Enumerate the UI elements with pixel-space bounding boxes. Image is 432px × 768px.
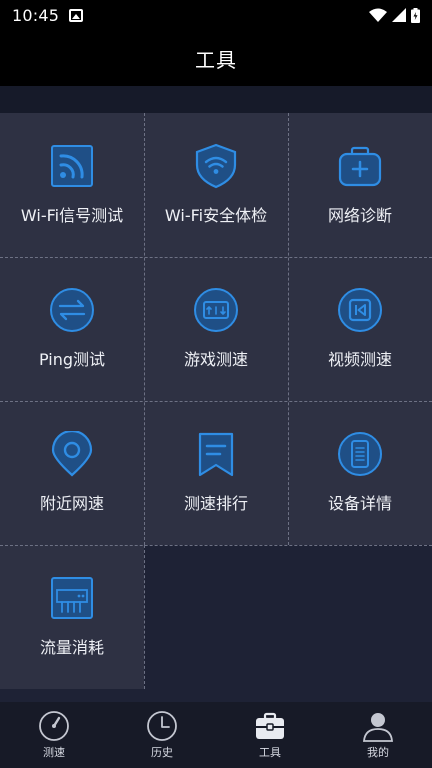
grid-divider (144, 113, 145, 545)
tool-wifi-security-check[interactable]: Wi-Fi安全体检 (144, 113, 288, 257)
nav-profile[interactable]: 我的 (324, 702, 432, 768)
tool-ping-test[interactable]: Ping测试 (0, 257, 144, 401)
status-icons (369, 7, 420, 23)
app-header: 工具 (0, 30, 432, 86)
status-bar: 10:45 (0, 0, 432, 30)
tool-data-usage[interactable]: 流量消耗 (0, 545, 144, 689)
data-usage-icon (51, 577, 93, 619)
tool-label: 附近网速 (39, 494, 104, 513)
tool-label: Wi-Fi安全体检 (164, 206, 268, 225)
tool-network-diagnosis[interactable]: 网络诊断 (288, 113, 432, 257)
nav-label: 历史 (151, 746, 173, 759)
video-play-icon (338, 288, 382, 332)
nav-label: 工具 (259, 746, 281, 759)
wifi-shield-icon (195, 143, 237, 189)
bottom-nav: 测速 历史 工具 我的 (0, 702, 432, 768)
tool-label: Wi-Fi信号测试 (20, 206, 124, 225)
tool-label: 网络诊断 (327, 206, 392, 225)
toolbox-icon (256, 712, 284, 739)
tool-wifi-signal-test[interactable]: Wi-Fi信号测试 (0, 113, 144, 257)
ranking-bookmark-icon (198, 432, 234, 477)
grid-divider (0, 257, 432, 258)
nav-speed-test[interactable]: 测速 (0, 702, 108, 768)
location-pin-icon (51, 431, 93, 477)
status-time: 10:45 (12, 5, 60, 25)
battery-icon (411, 7, 420, 23)
tool-speed-ranking[interactable]: 测速排行 (144, 401, 288, 545)
nav-tools[interactable]: 工具 (216, 702, 324, 768)
nav-label: 测速 (43, 746, 65, 759)
tool-nearby-speed[interactable]: 附近网速 (0, 401, 144, 545)
phone-device-icon (338, 432, 382, 476)
user-icon (363, 713, 393, 742)
grid-divider (288, 113, 289, 545)
ping-arrows-icon (50, 288, 94, 332)
grid-divider (0, 545, 432, 546)
game-speed-icon (194, 288, 238, 332)
tool-label: 流量消耗 (39, 638, 104, 657)
wifi-signal-icon (51, 145, 93, 187)
header-spacer (0, 86, 432, 113)
image-notification-icon (69, 8, 84, 22)
cellular-signal-icon (392, 8, 406, 22)
tool-label: 设备详情 (327, 494, 392, 513)
page-title: 工具 (195, 47, 237, 72)
nav-history[interactable]: 历史 (108, 702, 216, 768)
tool-game-speed-test[interactable]: 游戏测速 (144, 257, 288, 401)
tool-label: 测速排行 (183, 494, 248, 513)
nav-label: 我的 (367, 746, 389, 759)
grid-divider (144, 545, 145, 689)
speedometer-icon (39, 711, 69, 741)
medical-kit-icon (338, 146, 382, 187)
tool-device-details[interactable]: 设备详情 (288, 401, 432, 545)
tool-label: 视频测速 (327, 350, 392, 369)
clock-icon (147, 711, 177, 741)
tools-grid: Wi-Fi信号测试 Wi-Fi安全体检 网络诊断 Ping测试 游戏测速 视频测… (0, 113, 432, 689)
tool-label: Ping测试 (38, 350, 106, 369)
tool-label: 游戏测速 (183, 350, 248, 369)
tool-video-speed-test[interactable]: 视频测速 (288, 257, 432, 401)
grid-divider (0, 401, 432, 402)
wifi-status-icon (369, 8, 387, 22)
